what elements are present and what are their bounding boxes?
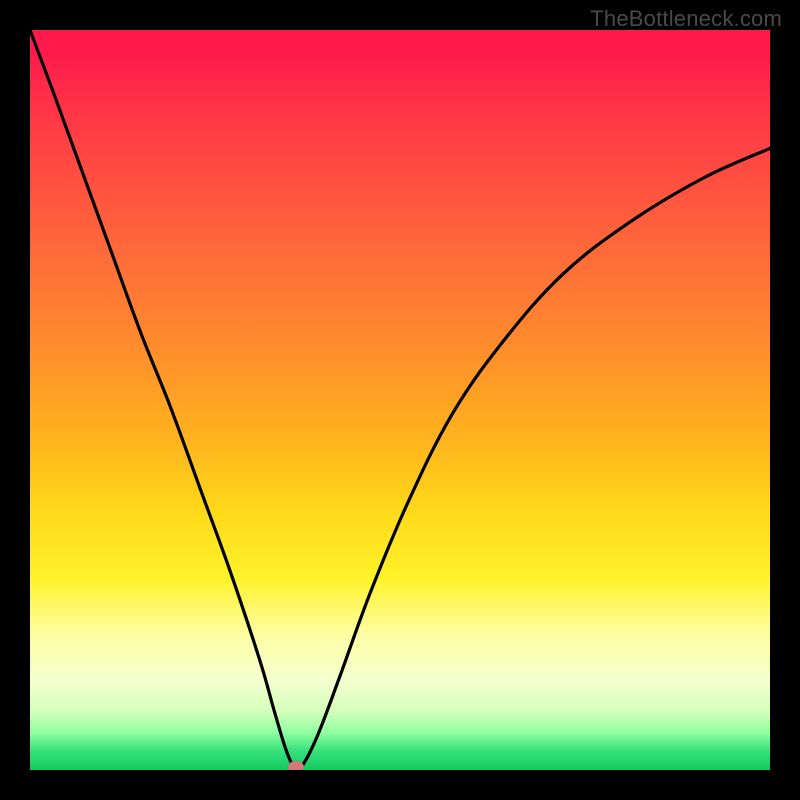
bottleneck-curve bbox=[30, 30, 770, 770]
optimal-point-marker bbox=[288, 761, 304, 770]
chart-frame: TheBottleneck.com bbox=[0, 0, 800, 800]
plot-area bbox=[30, 30, 770, 770]
watermark-text: TheBottleneck.com bbox=[590, 6, 782, 32]
